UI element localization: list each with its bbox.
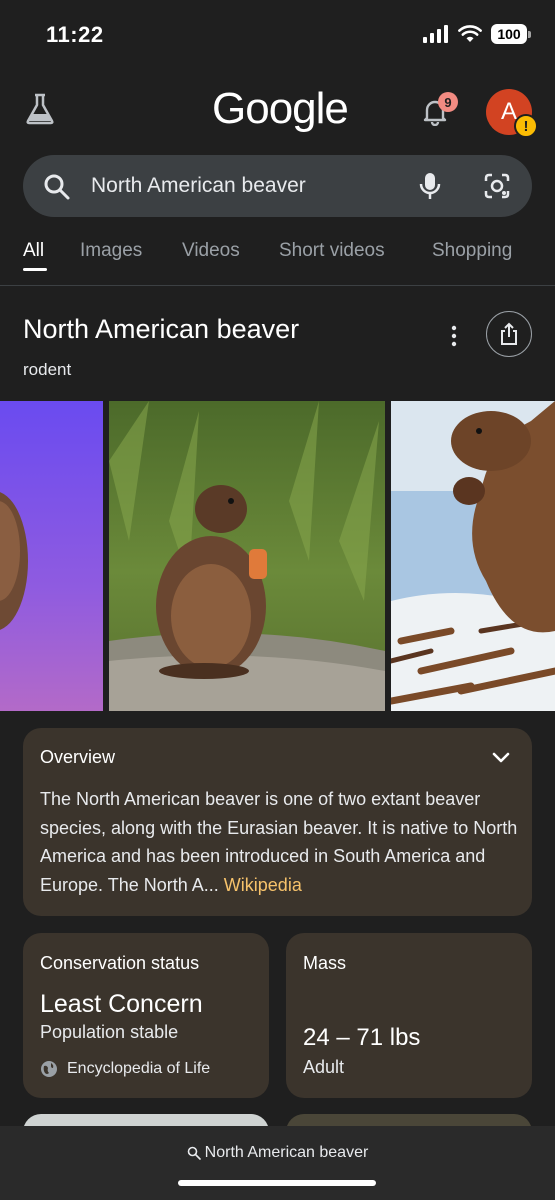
status-time: 11:22 bbox=[46, 22, 104, 47]
battery-tip bbox=[528, 30, 531, 38]
kp-subtitle: rodent bbox=[23, 360, 72, 379]
top-bar: Google 9 A ! bbox=[0, 78, 555, 142]
mass-heading: Mass bbox=[303, 953, 347, 973]
conservation-detail: Population stable bbox=[40, 1022, 179, 1042]
chevron-down-icon[interactable] bbox=[489, 745, 513, 769]
tab-short-videos[interactable]: Short videos bbox=[279, 240, 385, 262]
mass-detail: Adult bbox=[303, 1057, 345, 1077]
conservation-source[interactable]: Encyclopedia of Life bbox=[40, 1060, 210, 1078]
account-alert-icon: ! bbox=[514, 114, 538, 138]
search-bar[interactable]: North American beaver bbox=[23, 155, 532, 217]
search-icon bbox=[44, 174, 70, 200]
search-tabs: All Images Videos Short videos Shopping bbox=[0, 238, 555, 286]
kp-title: North American beaver bbox=[23, 314, 300, 344]
bottom-query-bar[interactable]: North American beaver bbox=[0, 1126, 555, 1200]
wifi-icon bbox=[458, 25, 482, 42]
conservation-status-card[interactable]: Conservation status Least Concern Popula… bbox=[23, 933, 269, 1098]
beaver-photo-3[interactable] bbox=[391, 401, 555, 711]
signal-icon bbox=[423, 25, 448, 43]
conservation-heading: Conservation status bbox=[40, 953, 200, 973]
mic-icon[interactable] bbox=[418, 171, 442, 201]
overview-heading: Overview bbox=[40, 747, 116, 767]
overview-card[interactable]: Overview The North American beaver is on… bbox=[23, 728, 532, 916]
active-tab-indicator bbox=[23, 268, 47, 271]
bottom-query-text: North American beaver bbox=[204, 1144, 369, 1161]
share-button[interactable] bbox=[486, 311, 532, 357]
notification-badge: 9 bbox=[438, 92, 458, 112]
search-icon bbox=[187, 1146, 201, 1160]
home-indicator[interactable] bbox=[178, 1180, 376, 1186]
tab-images[interactable]: Images bbox=[80, 240, 142, 262]
beaver-photo-2[interactable] bbox=[109, 401, 385, 711]
search-input[interactable]: North American beaver bbox=[91, 174, 306, 198]
battery-indicator: 100 bbox=[491, 24, 531, 44]
google-logo[interactable]: Google bbox=[212, 84, 349, 134]
battery-level: 100 bbox=[491, 24, 527, 44]
image-gallery bbox=[0, 401, 555, 711]
wikipedia-link[interactable]: Wikipedia bbox=[224, 875, 302, 895]
status-bar: 11:22 100 bbox=[0, 0, 555, 66]
conservation-value: Least Concern bbox=[40, 990, 203, 1018]
bottom-query[interactable]: North American beaver bbox=[0, 1144, 555, 1162]
tab-videos[interactable]: Videos bbox=[182, 240, 240, 262]
share-icon bbox=[501, 322, 517, 345]
status-icons: 100 bbox=[423, 24, 531, 44]
more-vert-icon[interactable] bbox=[442, 322, 466, 350]
overview-text: The North American beaver is one of two … bbox=[40, 785, 520, 899]
mass-value: 24 – 71 lbs bbox=[303, 1024, 421, 1051]
tab-shopping[interactable]: Shopping bbox=[432, 240, 512, 262]
lens-icon[interactable] bbox=[483, 172, 511, 200]
source-label: Encyclopedia of Life bbox=[67, 1060, 211, 1077]
globe-icon bbox=[41, 1061, 57, 1077]
tab-all[interactable]: All bbox=[23, 240, 44, 262]
mass-card[interactable]: Mass 24 – 71 lbs Adult bbox=[286, 933, 532, 1098]
labs-flask-icon[interactable] bbox=[24, 92, 56, 126]
beaver-photo-1[interactable] bbox=[0, 401, 103, 711]
